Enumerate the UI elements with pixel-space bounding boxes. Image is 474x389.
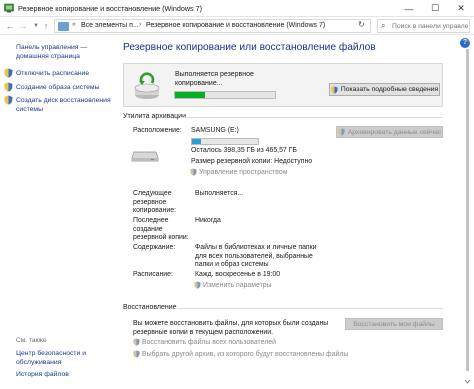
shield-icon: [4, 68, 13, 78]
manage-space-link[interactable]: Управление пространством: [190, 168, 287, 176]
change-settings-link[interactable]: Изменить параметры: [194, 281, 272, 289]
manage-space-label: Управление пространством: [199, 168, 288, 176]
restore-section-header: Восстановление: [123, 304, 177, 311]
location-label: Расположение:: [133, 127, 182, 134]
restore-description: Вы можете восстановить файлы, для которы…: [133, 320, 329, 336]
content-value: Файлы в библиотеках и личные папки для в…: [195, 244, 317, 269]
breadcrumb[interactable]: « Все элементы п... › Резервное копирова…: [54, 19, 403, 33]
restore-all-users-link[interactable]: Восстановить файлы всех пользователей: [133, 338, 276, 346]
sidebar-item-file-history[interactable]: История файлов: [16, 370, 69, 379]
minimize-button[interactable]: —: [396, 0, 422, 17]
shield-icon: [338, 128, 345, 136]
show-details-button[interactable]: Показать подробные сведения: [329, 83, 440, 96]
content-label: Содержание:: [133, 244, 176, 251]
sidebar-item-create-recovery-disc[interactable]: Создать диск восстановления системы: [16, 96, 111, 114]
shield-icon: [190, 168, 197, 176]
free-space-text: Осталось 398,35 ГБ из 465,57 ГБ: [191, 147, 297, 154]
title-bar: Резервное копирование и восстановление (…: [0, 0, 474, 17]
window-title: Резервное копирование и восстановление (…: [18, 4, 203, 13]
change-settings-label: Изменить параметры: [203, 281, 272, 289]
choose-other-backup-link[interactable]: Выбрать другой архив, из которого будут …: [133, 350, 348, 358]
backup-now-label: Архивировать данные сейчас: [347, 128, 442, 136]
search-box[interactable]: ⌕: [377, 19, 470, 33]
breadcrumb-all-items[interactable]: Все элементы п...: [81, 22, 139, 29]
backup-size-text: Размер резервной копии: Недоступно: [191, 158, 313, 165]
next-backup-label: Следующее резервное копирование:: [133, 190, 176, 215]
vertical-scrollbar[interactable]: [463, 37, 472, 387]
search-input[interactable]: [392, 21, 468, 32]
backup-status-text: Выполняется резервное копирование...: [175, 71, 254, 87]
sidebar-item-disable-schedule[interactable]: Отключить расписание: [16, 69, 89, 78]
restore-my-files-label: Восстановить мои файлы: [353, 320, 435, 328]
up-arrow-icon[interactable]: ↑: [40, 20, 52, 32]
shield-icon: [133, 338, 140, 346]
backup-progress-panel: Выполняется резервное копирование... Пок…: [123, 63, 443, 107]
folder-icon: [58, 22, 69, 31]
backup-progress-fill: [175, 92, 205, 98]
sidebar-home-link[interactable]: Панель управления — домашняя страница: [16, 43, 87, 61]
section-divider: [175, 308, 443, 309]
search-icon: ⌕: [381, 21, 386, 30]
address-bar: ← → ▼ ↑ « Все элементы п... › Резервное …: [0, 17, 474, 35]
last-backup-label: Последнее создание резервной копии:: [133, 217, 189, 242]
last-backup-value: Никогда: [195, 217, 221, 224]
restore-my-files-button[interactable]: Восстановить мои файлы: [345, 318, 443, 330]
control-panel-icon: [4, 3, 14, 13]
restore-all-users-label: Восстановить файлы всех пользователей: [142, 338, 276, 346]
drive-usage-fill: [192, 139, 202, 144]
sidebar-item-create-system-image[interactable]: Создание образа системы: [16, 83, 99, 92]
section-divider: [180, 117, 443, 118]
drive-icon: [131, 151, 159, 162]
schedule-value: Кажд. воскресенье в 19:00: [195, 271, 281, 278]
shield-icon: [133, 350, 140, 358]
refresh-icon[interactable]: ↻: [358, 20, 365, 29]
back-arrow-icon[interactable]: ←: [4, 20, 16, 32]
sidebar-item-security-center[interactable]: Центр безопасности и обслуживания: [16, 349, 86, 367]
breadcrumb-separator: ›: [139, 21, 142, 28]
archive-section-header: Утилита архивации: [123, 113, 187, 120]
page-title: Резервное копирование или восстановление…: [123, 42, 376, 53]
schedule-label: Расписание:: [133, 271, 173, 278]
see-also-heading: См. также: [16, 337, 47, 344]
forward-arrow-icon[interactable]: →: [17, 20, 29, 32]
shield-icon: [194, 281, 201, 289]
shield-icon: [4, 82, 13, 92]
drive-name: SAMSUNG (E:): [191, 127, 239, 134]
choose-other-backup-label: Выбрать другой архив, из которого будут …: [142, 350, 349, 358]
shield-icon: [4, 95, 13, 105]
backup-icon: [134, 72, 160, 99]
drive-usage-bar: [191, 138, 259, 145]
maximize-button[interactable]: ☐: [422, 0, 448, 17]
backup-progress-bar: [174, 91, 276, 99]
shield-icon: [331, 86, 338, 94]
show-details-label: Показать подробные сведения: [340, 86, 439, 93]
sidebar: Панель управления — домашняя страница От…: [0, 35, 112, 389]
next-backup-value: Выполняется...: [195, 190, 244, 197]
breadcrumb-overflow[interactable]: «: [72, 21, 76, 28]
close-button[interactable]: ✕: [448, 0, 474, 17]
backup-now-button[interactable]: Архивировать данные сейчас: [336, 126, 443, 138]
breadcrumb-current[interactable]: Резервное копирование и восстановление (…: [146, 22, 325, 29]
